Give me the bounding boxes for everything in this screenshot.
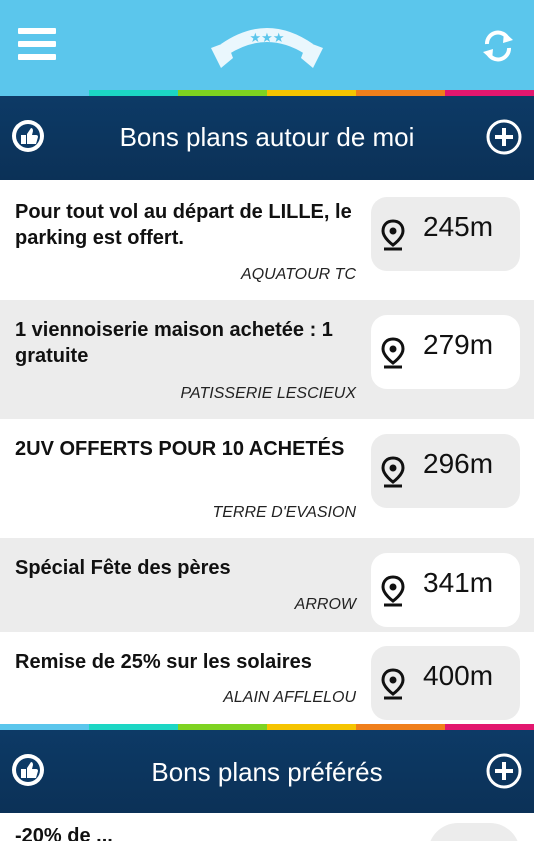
svg-text:★★★: ★★★ [250,31,285,46]
deal-text: -20% de ... [15,825,113,841]
location-pin-icon [381,456,405,488]
deal-list-item[interactable]: 1 viennoiserie maison achetée : 1 gratui… [0,300,534,419]
deal-merchant: AQUATOUR TC [241,266,356,283]
hamburger-icon[interactable] [18,28,56,62]
distance-badge: 296m [371,434,520,508]
distance-badge: 400m [371,646,520,720]
deal-list-item[interactable]: 2UV OFFERTS POUR 10 ACHETÉS TERRE D'EVAS… [0,419,534,538]
stars-banner-logo[interactable]: ★★★ [207,18,327,72]
location-pin-icon [381,219,405,251]
distance-value: 296m [423,448,494,479]
deal-text: Spécial Fête des pères [15,557,231,579]
deal-text: 2UV OFFERTS POUR 10 ACHETÉS [15,438,345,460]
app-top-bar: ★★★ [0,0,534,90]
deal-list-item[interactable]: -20% de ... [0,813,534,841]
favorites-section-title: Bons plans préférés [151,757,383,787]
deal-list-item[interactable]: Remise de 25% sur les solaires ALAIN AFF… [0,632,534,724]
deal-merchant: ALAIN AFFLELOU [223,689,356,706]
location-pin-icon [381,575,405,607]
favorites-section-header: Bons plans préférés [0,730,534,813]
refresh-icon[interactable] [480,28,516,64]
deal-merchant: ARROW [294,596,356,613]
distance-badge: 341m [371,553,520,627]
nearby-section-title: Bons plans autour de moi [119,122,415,152]
distance-value: 245m [423,211,494,242]
distance-value: 341m [423,567,494,598]
distance-value: 279m [423,329,494,360]
deal-list-item[interactable]: Pour tout vol au départ de LILLE, le par… [0,182,534,300]
distance-badge: 279m [371,315,520,389]
add-nearby-icon[interactable] [486,119,522,155]
deal-merchant: PATISSERIE LESCIEUX [180,385,356,402]
deal-merchant: TERRE D'EVASION [212,504,356,521]
deal-text: Pour tout vol au départ de LILLE, le par… [15,201,352,249]
deal-text: 1 viennoiserie maison achetée : 1 gratui… [15,319,333,367]
deal-list-item[interactable]: Spécial Fête des pères ARROW 341m [0,538,534,632]
distance-badge: 245m [371,197,520,271]
distance-value: 400m [423,660,494,691]
distance-badge [428,823,520,841]
location-pin-icon [381,337,405,369]
location-pin-icon [381,668,405,700]
nearby-section-header: Bons plans autour de moi [0,96,534,180]
add-favorite-icon[interactable] [486,753,522,789]
deal-text: Remise de 25% sur les solaires [15,651,312,673]
